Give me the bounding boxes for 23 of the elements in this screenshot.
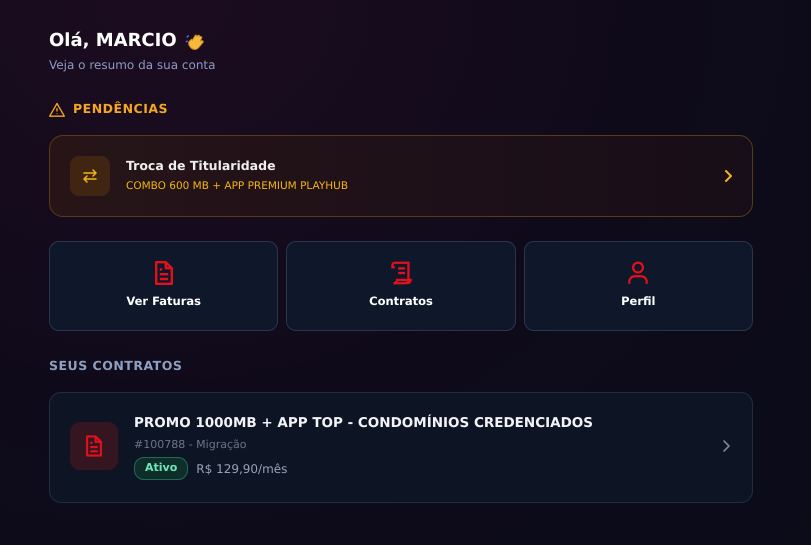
section-heading: SEUS CONTRATOS: [49, 356, 184, 375]
chevron-right-icon: [724, 170, 732, 182]
shortcut-button[interactable]: Perfil: [524, 240, 753, 331]
document-icon: [152, 261, 175, 286]
pending-title: Troca de Titularidade: [126, 156, 277, 174]
contract-title: PROMO 1000MB + APP TOP - CONDOMÍNIOS CREDENCIADOS: [134, 414, 594, 432]
shortcut-button[interactable]: Ver Faturas: [49, 240, 278, 331]
greeting-subtitle: Veja o resumo da sua conta: [49, 57, 216, 74]
warning-icon: [49, 102, 65, 117]
contract-meta: #100788 - Migração: [134, 436, 248, 453]
scroll-icon: [388, 261, 413, 286]
section-heading: PENDÊNCIAS: [73, 100, 168, 118]
greeting-title: Olá, MARCIO: [49, 30, 177, 52]
pending-card[interactable]: Troca de Titularidade COMBO 600 MB + APP PREMIUM PLAYHUB: [49, 134, 753, 217]
document-icon: [85, 435, 103, 458]
user-icon: [628, 261, 648, 286]
pending-subtitle: COMBO 600 MB + APP PREMIUM PLAYHUB: [126, 179, 350, 194]
shortcut-button[interactable]: Contratos: [286, 240, 516, 331]
status-badge: Ativo: [134, 457, 188, 480]
chevron-right-icon: [722, 440, 730, 452]
contract-card[interactable]: PROMO 1000MB + APP TOP - CONDOMÍNIOS CREDENCIADOS #100788 - Migração Ativo R$ 129,90/mês: [49, 392, 753, 503]
contract-price: R$ 129,90/mês: [196, 460, 288, 478]
swap-arrows-icon: [81, 166, 99, 185]
